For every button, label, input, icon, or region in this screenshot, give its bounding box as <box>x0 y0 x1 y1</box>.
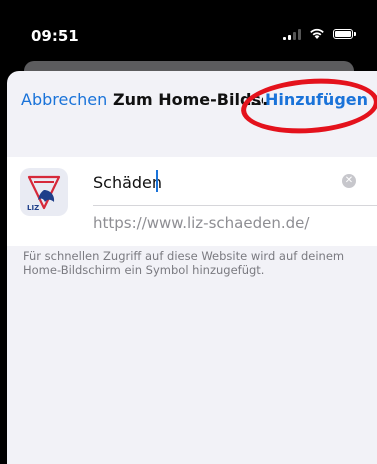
nav-bar: Abbrechen Zum Home-Bildschirm ... Hinzuf… <box>7 71 377 138</box>
cancel-button[interactable]: Abbrechen <box>21 90 107 109</box>
page-title: Zum Home-Bildschirm <box>113 90 263 109</box>
bookmark-form: LIZ ✕ https://www.liz-schaeden.de/ <box>7 157 377 246</box>
divider <box>93 205 377 206</box>
status-time: 09:51 <box>31 27 79 45</box>
clear-text-icon[interactable]: ✕ <box>342 174 356 188</box>
signal-icon <box>283 28 301 40</box>
add-to-home-screen-sheet: Abbrechen Zum Home-Bildschirm ... Hinzuf… <box>7 71 377 464</box>
text-caret <box>156 170 158 192</box>
url-text: https://www.liz-schaeden.de/ <box>93 214 310 232</box>
status-icons <box>283 28 356 40</box>
info-note: Für schnellen Zugriff auf diese Website … <box>23 249 345 277</box>
status-bar: 09:51 <box>0 0 377 62</box>
wifi-icon <box>310 28 324 39</box>
name-input[interactable] <box>93 168 333 196</box>
add-button[interactable]: Hinzufügen <box>265 90 368 109</box>
battery-icon <box>333 29 356 39</box>
app-icon-label: LIZ <box>27 204 39 212</box>
app-icon: LIZ <box>20 168 68 216</box>
